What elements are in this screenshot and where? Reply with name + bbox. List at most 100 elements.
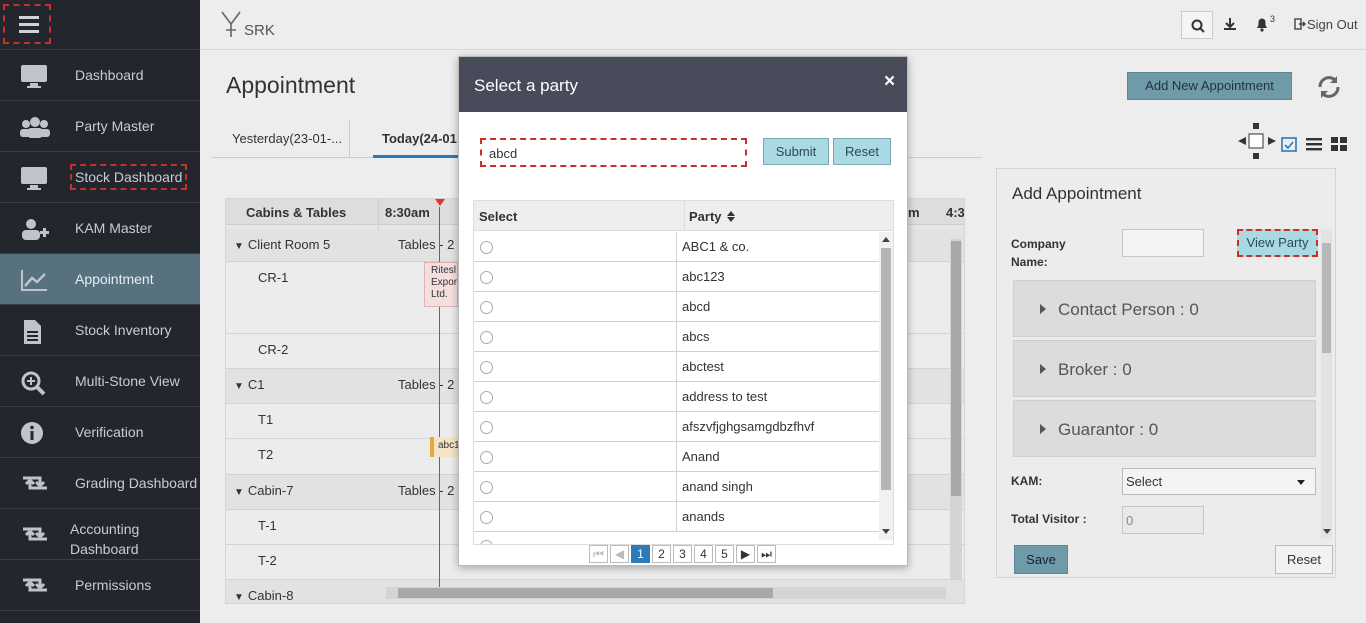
sidebar-item-label: Multi-Stone View (75, 373, 180, 389)
kam-label: KAM: (1011, 474, 1043, 488)
vertical-scrollbar[interactable] (950, 239, 962, 579)
table-row[interactable]: abcd (474, 292, 879, 322)
page-number[interactable]: 4 (694, 545, 713, 563)
add-appointment-panel: Add Appointment Company Name: View Party… (996, 168, 1336, 578)
refresh-icon[interactable] (1315, 73, 1343, 101)
party-name: address to test (682, 389, 768, 404)
horizontal-scrollbar[interactable] (386, 587, 946, 599)
search-button[interactable] (1181, 11, 1213, 39)
panel-scrollbar[interactable] (1321, 229, 1332, 539)
table-row[interactable]: abcs (474, 322, 879, 352)
signout-icon (1294, 18, 1306, 30)
table-row[interactable]: address to test (474, 382, 879, 412)
modal-title: Select a party (474, 76, 578, 95)
page-number[interactable]: 5 (715, 545, 734, 563)
users-icon (20, 115, 50, 138)
sidebar-item-kam-master[interactable]: KAM Master (0, 203, 200, 254)
table-row[interactable]: abctest (474, 352, 879, 382)
sidebar-item-dashboard[interactable]: Dashboard (0, 50, 200, 101)
sidebar-item-stock-dashboard[interactable]: Stock Dashboard (0, 152, 200, 203)
sidebar-item-grading-dashboard[interactable]: Grading Dashboard (0, 458, 200, 509)
party-radio[interactable] (480, 511, 493, 524)
menu-toggle-button[interactable] (0, 0, 200, 50)
table-row[interactable]: anands (474, 502, 879, 532)
party-name: abcs (682, 329, 710, 344)
party-table: Select Party ABC1 & co. abc123 abcd abcs abc… (473, 200, 894, 545)
tab-today[interactable]: Today(24-01 (373, 120, 463, 158)
appointment-event[interactable]: Ritesl Expor Ltd. (424, 262, 458, 307)
party-radio[interactable] (480, 331, 493, 344)
broker-section[interactable]: Broker : 0 (1013, 340, 1316, 397)
total-visitor-input[interactable]: 0 (1122, 506, 1204, 534)
hamburger-icon[interactable] (3, 4, 51, 44)
scroll-down-icon (1323, 529, 1331, 534)
page-number[interactable]: 2 (652, 545, 671, 563)
layout-diagram-icon[interactable] (1237, 122, 1277, 160)
close-icon[interactable]: × (884, 71, 895, 93)
column-header-party[interactable]: Party (689, 209, 736, 224)
list-view-icon[interactable] (1306, 137, 1322, 151)
page-number[interactable]: 3 (673, 545, 692, 563)
sidebar-item-permissions[interactable]: Permissions (0, 560, 200, 611)
sidebar-item-verification[interactable]: Verification (0, 407, 200, 458)
kam-select-value: Select (1126, 474, 1163, 489)
modal-reset-button[interactable]: Reset (833, 138, 891, 165)
cabin-group-label[interactable]: ▼ C1 (234, 377, 265, 392)
appointment-event[interactable]: abc1 (430, 437, 458, 457)
party-search-input[interactable]: abcd (480, 138, 747, 167)
download-icon[interactable] (1223, 17, 1237, 31)
view-party-button[interactable]: View Party (1237, 229, 1318, 257)
sidebar-item-party-master[interactable]: Party Master (0, 101, 200, 152)
cabin-group-label[interactable]: ▼ Client Room 5 (234, 237, 330, 252)
sidebar-item-label: Verification (75, 424, 144, 440)
submit-button[interactable]: Submit (763, 138, 829, 165)
bell-icon (1257, 18, 1267, 32)
pagination: ⏮ ◀ 12345 ▶ ⏭ (589, 545, 779, 563)
calendar-icon[interactable] (1281, 136, 1297, 152)
party-radio[interactable] (480, 451, 493, 464)
table-row[interactable]: Anand (474, 442, 879, 472)
party-radio[interactable] (480, 271, 493, 284)
contact-person-section[interactable]: Contact Person : 0 (1013, 280, 1316, 337)
party-name: abctest (682, 359, 724, 374)
notifications-button[interactable]: 3 (1255, 14, 1279, 34)
panel-reset-button[interactable]: Reset (1275, 545, 1333, 574)
table-row[interactable] (474, 532, 879, 544)
party-radio[interactable] (480, 361, 493, 374)
tables-count: Tables - 2 (398, 483, 455, 498)
last-page-icon[interactable]: ⏭ (757, 545, 776, 563)
company-name-input[interactable] (1122, 229, 1204, 257)
next-page-icon[interactable]: ▶ (736, 545, 755, 563)
caret-right-icon (1040, 364, 1046, 374)
sidebar-item-multi-stone-view[interactable]: Multi-Stone View (0, 356, 200, 407)
top-bar: SRK 3 Sign Out (200, 0, 1366, 50)
party-name: abcd (682, 299, 711, 314)
sidebar-item-stock-inventory[interactable]: Stock Inventory (0, 305, 200, 356)
tab-yesterday[interactable]: Yesterday(23-01-... (212, 120, 350, 158)
table-row[interactable]: ABC1 & co. (474, 232, 879, 262)
sidebar-item-accounting-dashboard[interactable]: Accounting Dashboard (0, 509, 200, 560)
cabin-group-label[interactable]: ▼ Cabin-8 (234, 588, 293, 603)
event-line: Expor (431, 277, 458, 288)
table-row[interactable]: abc123 (474, 262, 879, 292)
prev-page-icon[interactable]: ◀ (610, 545, 629, 563)
party-radio[interactable] (480, 301, 493, 314)
panel-title: Add Appointment (1012, 184, 1142, 203)
page-number[interactable]: 1 (631, 545, 650, 563)
party-radio[interactable] (480, 241, 493, 254)
table-scrollbar[interactable] (879, 232, 893, 540)
chart-line-icon (20, 268, 50, 291)
party-radio[interactable] (480, 481, 493, 494)
grid-view-icon[interactable] (1331, 137, 1347, 151)
sidebar-item-appointment[interactable]: Appointment (0, 254, 200, 305)
cabin-group-label[interactable]: ▼ Cabin-7 (234, 483, 293, 498)
party-radio[interactable] (480, 391, 493, 404)
party-radio[interactable] (480, 421, 493, 434)
save-button[interactable]: Save (1014, 545, 1068, 574)
guarantor-section[interactable]: Guarantor : 0 (1013, 400, 1316, 457)
first-page-icon[interactable]: ⏮ (589, 545, 608, 563)
kam-select[interactable]: Select (1122, 468, 1316, 495)
table-row[interactable]: afszvfjghgsamgdbzfhvf (474, 412, 879, 442)
add-new-appointment-button[interactable]: Add New Appointment (1127, 72, 1292, 100)
table-row[interactable]: anand singh (474, 472, 879, 502)
